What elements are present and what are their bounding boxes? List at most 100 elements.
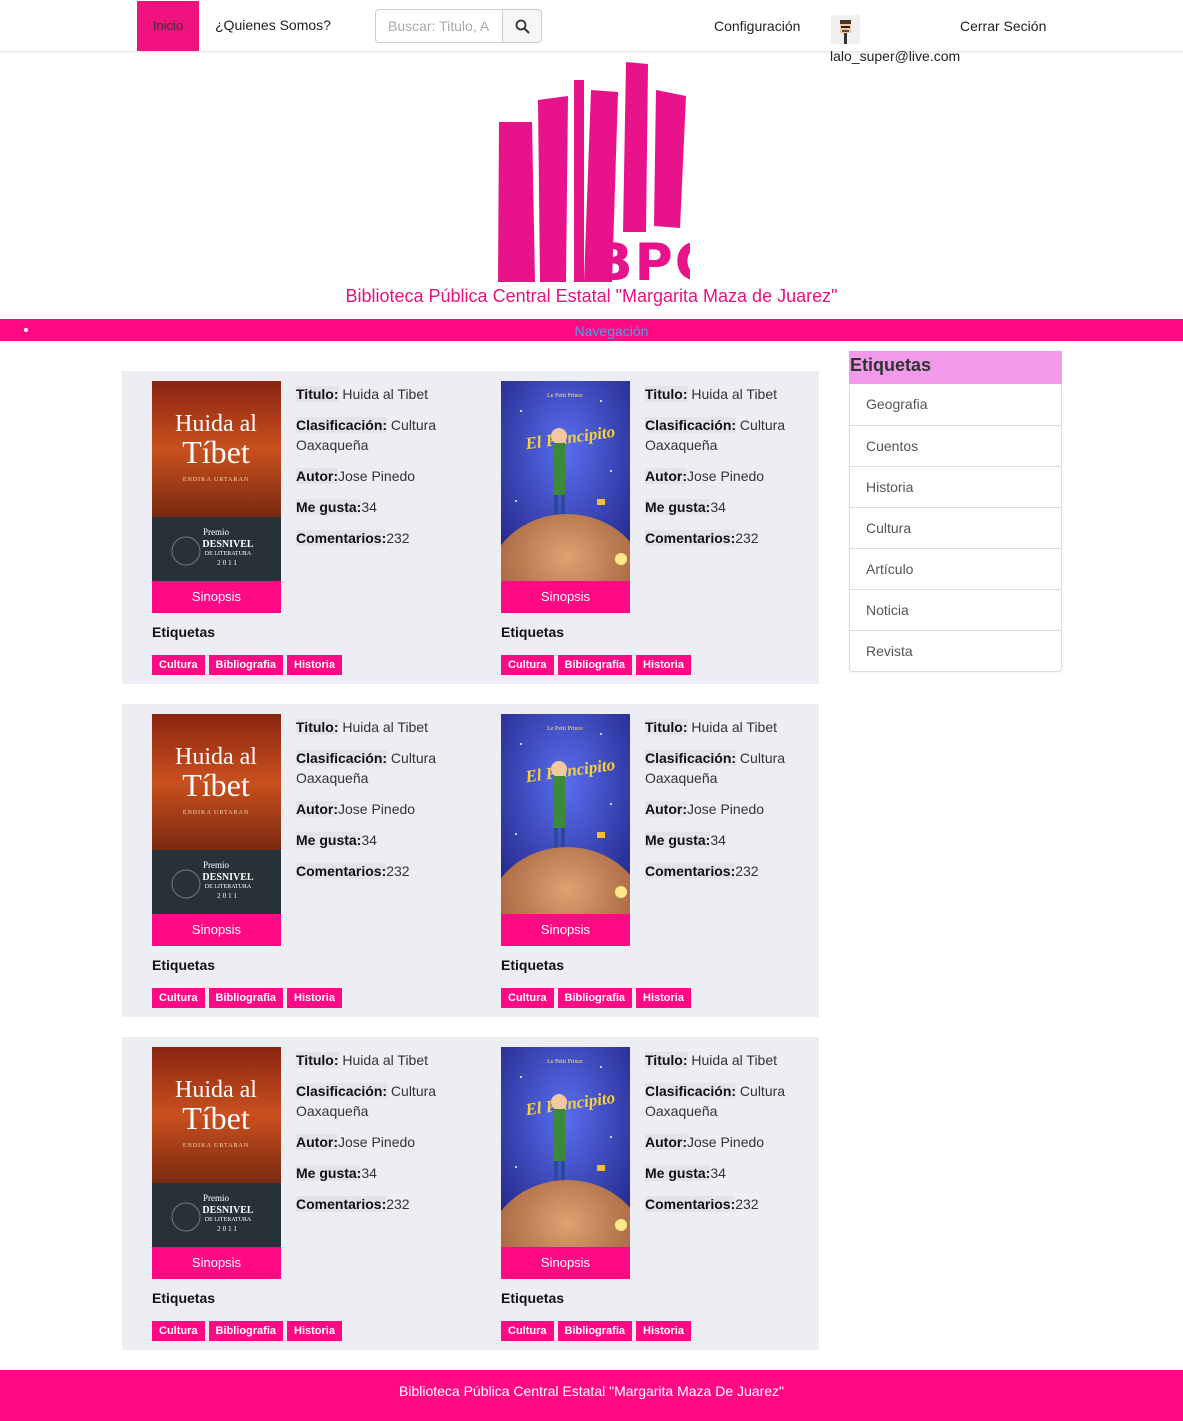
svg-text:ENDIKA URTARAN: ENDIKA URTARAN <box>183 810 249 816</box>
book-author: Jose Pinedo <box>338 1134 416 1150</box>
comments-label: Comentarios: <box>645 863 736 879</box>
tags-heading: Etiquetas <box>152 1290 216 1306</box>
sidebar-item-articulo[interactable]: Artículo <box>850 548 1061 589</box>
sidebar-item-noticia[interactable]: Noticia <box>850 589 1061 630</box>
sinopsis-button[interactable]: Sinopsis <box>501 914 630 946</box>
sinopsis-button[interactable]: Sinopsis <box>501 581 630 613</box>
tags-sidebar: Etiquetas Geografia Cuentos Historia Cul… <box>849 351 1062 672</box>
book-likes: 34 <box>361 1165 377 1181</box>
book-cover-el-principito[interactable]: Le Petit Prince El Principito <box>501 1047 630 1247</box>
tag-badge[interactable]: Cultura <box>152 655 205 675</box>
svg-text:DESNIVEL: DESNIVEL <box>202 1205 253 1216</box>
svg-text:ENDIKA URTARAN: ENDIKA URTARAN <box>183 477 249 483</box>
svg-text:Le Petit Prince: Le Petit Prince <box>547 393 583 399</box>
book-author: Jose Pinedo <box>687 801 765 817</box>
book-likes: 34 <box>710 499 726 515</box>
tag-badge[interactable]: Bibliografia <box>557 1321 633 1341</box>
sidebar-item-revista[interactable]: Revista <box>850 630 1061 671</box>
svg-text:2011: 2011 <box>217 1225 239 1233</box>
tag-badge[interactable]: Historia <box>287 988 342 1008</box>
nav-about-link[interactable]: ¿Quienes Somos? <box>215 17 331 33</box>
svg-text:Le Petit Prince: Le Petit Prince <box>547 726 583 732</box>
sidebar-item-historia[interactable]: Historia <box>850 466 1061 507</box>
svg-text:DESNIVEL: DESNIVEL <box>202 872 253 883</box>
book-cover-el-principito[interactable]: Le Petit Prince El Principito <box>501 714 630 914</box>
book-comments: 232 <box>735 1196 759 1212</box>
book-title: Huida al Tibet <box>691 719 778 735</box>
book-info: Titulo: Huida al Tibet Clasificación: Cu… <box>296 1050 456 1225</box>
svg-text:2011: 2011 <box>217 559 239 567</box>
book-cover-huida-al-tibet[interactable]: Huida al Tíbet ENDIKA URTARAN Premio DES… <box>152 714 281 914</box>
user-avatar[interactable] <box>831 15 860 44</box>
svg-text:Premio: Premio <box>203 1193 229 1203</box>
title-label: Titulo: <box>645 719 688 735</box>
tag-list: Cultura Bibliografia Historia <box>152 988 342 1008</box>
comments-label: Comentarios: <box>296 530 387 546</box>
title-label: Titulo: <box>645 1052 688 1068</box>
top-navbar: Inicio ¿Quienes Somos? Configuración lal… <box>0 0 1183 64</box>
tags-heading: Etiquetas <box>501 957 565 973</box>
likes-label: Me gusta: <box>645 1165 711 1181</box>
author-label: Autor: <box>645 1134 687 1150</box>
book-likes: 34 <box>710 1165 726 1181</box>
nav-config-link[interactable]: Configuración <box>714 18 800 34</box>
book-likes: 34 <box>361 499 377 515</box>
tags-heading: Etiquetas <box>152 957 216 973</box>
sidebar-item-cultura[interactable]: Cultura <box>850 507 1061 548</box>
book-comments: 232 <box>386 863 410 879</box>
search-button[interactable] <box>502 9 542 43</box>
tag-badge[interactable]: Historia <box>287 1321 342 1341</box>
tag-badge[interactable]: Bibliografia <box>208 655 284 675</box>
book-author: Jose Pinedo <box>338 801 416 817</box>
book-comments: 232 <box>386 1196 410 1212</box>
book-cover-el-principito[interactable]: Le Petit Prince El Principito <box>501 381 630 581</box>
tag-badge[interactable]: Historia <box>287 655 342 675</box>
tags-heading: Etiquetas <box>501 1290 565 1306</box>
sidebar-item-geografia[interactable]: Geografia <box>850 384 1061 425</box>
search-icon <box>515 19 530 34</box>
tag-badge[interactable]: Historia <box>636 988 691 1008</box>
book-comments: 232 <box>735 863 759 879</box>
likes-label: Me gusta: <box>296 832 362 848</box>
footer: Biblioteca Pública Central Estatal "Marg… <box>0 1370 1183 1421</box>
svg-text:Premio: Premio <box>203 860 229 870</box>
book-card: Le Petit Prince El Principito Sinopsis T… <box>471 381 791 681</box>
sinopsis-button[interactable]: Sinopsis <box>152 1247 281 1279</box>
book-info: Titulo: Huida al Tibet Clasificación: Cu… <box>296 717 456 892</box>
sidebar-list: Geografia Cuentos Historia Cultura Artíc… <box>849 384 1062 672</box>
book-cover-huida-al-tibet[interactable]: Huida al Tíbet ENDIKA URTARAN Premio DES… <box>152 1047 281 1247</box>
author-label: Autor: <box>296 801 338 817</box>
comments-label: Comentarios: <box>296 1196 387 1212</box>
classification-label: Clasificación: <box>296 1083 388 1099</box>
book-comments: 232 <box>386 530 410 546</box>
navigation-link[interactable]: Navegación <box>0 323 1183 339</box>
book-cover-huida-al-tibet[interactable]: Huida al Tíbet ENDIKA URTARAN Premio DES… <box>152 381 281 581</box>
tag-badge[interactable]: Bibliografia <box>557 988 633 1008</box>
tag-badge[interactable]: Bibliografia <box>557 655 633 675</box>
tag-badge[interactable]: Bibliografia <box>208 1321 284 1341</box>
sinopsis-button[interactable]: Sinopsis <box>152 914 281 946</box>
tag-badge[interactable]: Cultura <box>501 1321 554 1341</box>
sinopsis-button[interactable]: Sinopsis <box>152 581 281 613</box>
tag-badge[interactable]: Historia <box>636 1321 691 1341</box>
sidebar-item-cuentos[interactable]: Cuentos <box>850 425 1061 466</box>
tag-badge[interactable]: Cultura <box>501 655 554 675</box>
svg-text:Tíbet: Tíbet <box>182 767 250 803</box>
search-input[interactable] <box>375 9 503 43</box>
tag-badge[interactable]: Cultura <box>152 1321 205 1341</box>
tag-badge[interactable]: Historia <box>636 655 691 675</box>
likes-label: Me gusta: <box>645 832 711 848</box>
tag-badge[interactable]: Bibliografia <box>208 988 284 1008</box>
svg-text:Tíbet: Tíbet <box>182 1100 250 1136</box>
book-likes: 34 <box>361 832 377 848</box>
tag-badge[interactable]: Cultura <box>152 988 205 1008</box>
tags-heading: Etiquetas <box>152 624 216 640</box>
book-author: Jose Pinedo <box>687 1134 765 1150</box>
sinopsis-button[interactable]: Sinopsis <box>501 1247 630 1279</box>
logout-link[interactable]: Cerrar Seción <box>960 18 1046 34</box>
author-label: Autor: <box>645 801 687 817</box>
classification-label: Clasificación: <box>645 1083 737 1099</box>
tag-badge[interactable]: Cultura <box>501 988 554 1008</box>
likes-label: Me gusta: <box>296 499 362 515</box>
nav-home-link[interactable]: Inicio <box>137 1 199 51</box>
